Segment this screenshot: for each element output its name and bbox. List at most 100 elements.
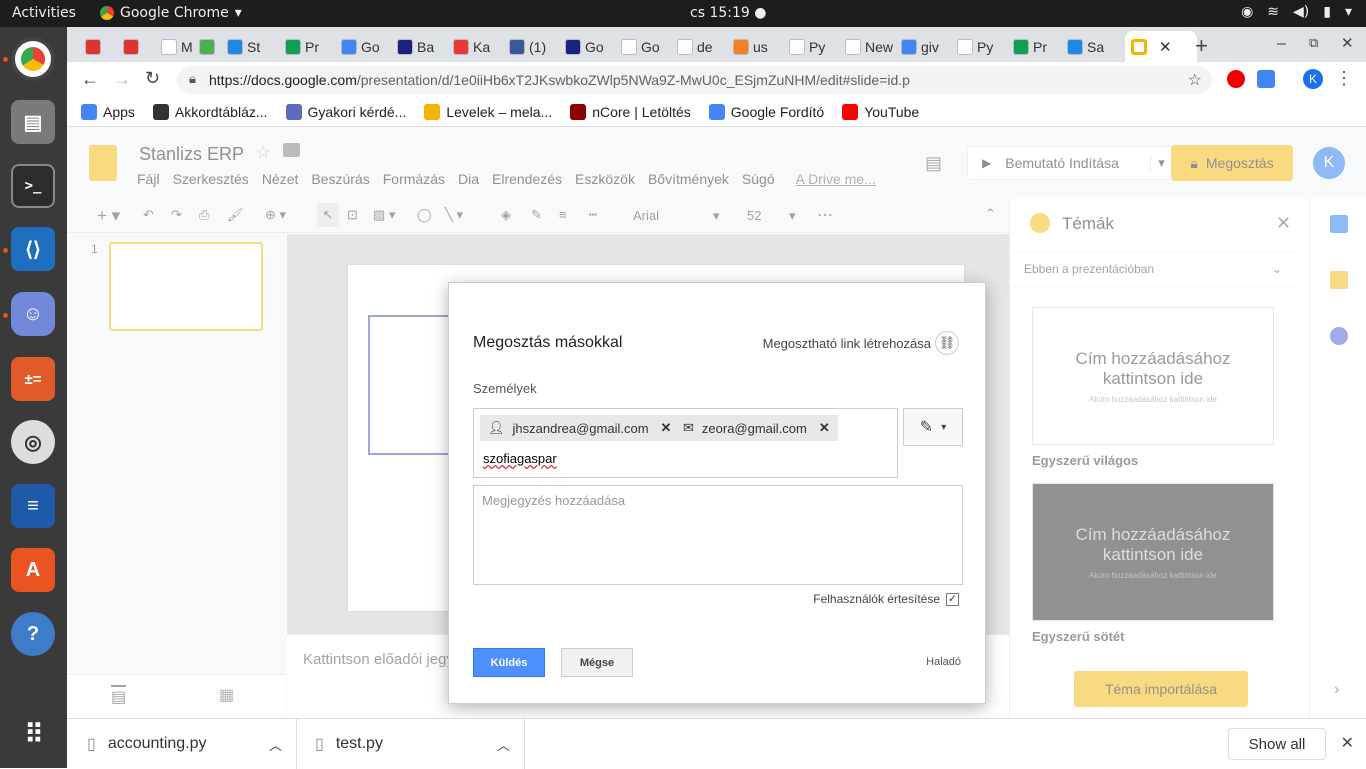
bookmark-icon	[424, 103, 441, 120]
person-icon: 👤︎	[488, 420, 505, 435]
software-launcher[interactable]: A	[11, 548, 55, 592]
activities-button[interactable]: Activities	[12, 5, 76, 21]
browser-tab[interactable]: Go	[341, 31, 393, 62]
browser-tab[interactable]: Go	[565, 31, 617, 62]
clock[interactable]: cs 15:19 ●	[690, 5, 766, 21]
people-input[interactable]: 👤︎ jhszandrea@gmail.com ✕ ✉ zeora@gmail.…	[473, 408, 898, 478]
favicon-icon	[285, 38, 301, 55]
writer-launcher[interactable]: ≡	[11, 484, 55, 528]
adblock-icon[interactable]	[1227, 70, 1245, 88]
bookmark-icon	[708, 103, 725, 120]
recipient-chip: ✉ zeora@gmail.com ✕	[675, 415, 838, 441]
discord-tray-icon: ◉	[1241, 4, 1254, 20]
rhythmbox-launcher[interactable]: ◎	[11, 420, 55, 464]
maximize-button[interactable]: ⧉	[1309, 35, 1318, 51]
file-cabinet-icon: ▤	[23, 111, 43, 134]
remove-chip-icon[interactable]: ✕	[661, 420, 672, 436]
translate-extension-icon[interactable]	[1257, 70, 1275, 88]
file-icon: ▯	[87, 736, 96, 753]
running-indicator	[3, 313, 8, 318]
vscode-launcher[interactable]: ⟨⟩	[11, 227, 55, 271]
more-vert-icon[interactable]: ⋮	[1335, 68, 1353, 89]
browser-tab[interactable]: us	[733, 31, 785, 62]
download-item[interactable]: ▯ test.py ︿	[315, 719, 525, 769]
close-window-button[interactable]: ✕	[1341, 34, 1354, 52]
chevron-up-icon[interactable]: ︿	[497, 735, 510, 754]
browser-tab[interactable]: Ba	[397, 31, 449, 62]
vscode-icon: ⟨⟩	[25, 238, 41, 261]
help-launcher[interactable]: ?	[11, 612, 55, 656]
typed-recipient[interactable]: szofiagaspar	[483, 451, 557, 466]
document-icon: ≡	[27, 494, 39, 517]
notify-checkbox[interactable]: ✓	[946, 592, 959, 606]
advanced-link[interactable]: Haladó	[926, 656, 961, 668]
favicon-icon	[453, 38, 469, 55]
chevron-up-icon[interactable]: ︿	[269, 735, 282, 754]
show-apps-button[interactable]: ⠿	[11, 712, 55, 756]
app-menu[interactable]: Google Chrome ▾	[100, 5, 242, 21]
discord-launcher[interactable]: ☺	[11, 292, 55, 336]
new-tab-button[interactable]: +	[1195, 33, 1208, 59]
browser-tab[interactable]: St	[227, 31, 279, 62]
browser-tab[interactable]: giv	[901, 31, 953, 62]
link-icon[interactable]: ⛓	[935, 331, 959, 355]
tab-active-slides[interactable]: ✕	[1125, 31, 1197, 62]
close-icon[interactable]: ✕	[1159, 38, 1172, 56]
bookmark-item[interactable]: Levelek – mela...	[424, 103, 552, 120]
chrome-launcher[interactable]	[11, 37, 55, 81]
grid-icon: ⠿	[24, 718, 43, 749]
favicon-icon	[565, 38, 581, 55]
browser-tab[interactable]: New T	[845, 31, 897, 62]
bookmark-item[interactable]: Google Fordító	[708, 103, 824, 120]
system-tray[interactable]: ◉ ≋ ◀) ▮ ▾	[1241, 4, 1352, 20]
bookmark-item[interactable]: Apps	[81, 103, 135, 120]
bookmark-item[interactable]: YouTube	[842, 103, 919, 120]
running-indicator	[3, 57, 8, 62]
browser-tab[interactable]: (1)	[509, 31, 561, 62]
share-dialog: Megosztás másokkal Megosztható link létr…	[448, 282, 986, 704]
favicon-icon	[957, 38, 973, 55]
minimize-button[interactable]: –	[1277, 35, 1286, 53]
bookmark-item[interactable]: Gyakori kérdé...	[285, 103, 406, 120]
download-item[interactable]: ▯ accounting.py ︿	[87, 719, 297, 769]
browser-tab[interactable]: Sa	[1067, 31, 1119, 62]
browser-tab[interactable]: Ka	[453, 31, 505, 62]
profile-avatar[interactable]: K	[1303, 69, 1323, 89]
favicon-icon	[85, 38, 101, 55]
address-bar[interactable]: 🔒︎ https://docs.google.com/presentation/…	[177, 66, 1212, 94]
people-label: Személyek	[473, 381, 537, 396]
favicon-icon	[901, 38, 917, 55]
shareable-link-label[interactable]: Megosztható link létrehozása	[763, 336, 931, 351]
browser-tab[interactable]: Py	[957, 31, 1009, 62]
browser-tab[interactable]: Go	[621, 31, 673, 62]
favicon-icon	[677, 38, 693, 55]
bookmark-item[interactable]: Akkordtábláz...	[152, 103, 268, 120]
browser-toolbar: ← → ↻ 🔒︎ https://docs.google.com/present…	[67, 62, 1366, 97]
cancel-button[interactable]: Mégse	[561, 648, 633, 677]
remove-chip-icon[interactable]: ✕	[819, 420, 830, 436]
permission-dropdown[interactable]: ✎ ▾	[903, 408, 963, 446]
send-button[interactable]: Küldés	[473, 648, 545, 677]
question-icon: ?	[26, 622, 40, 645]
reload-button[interactable]: ↻	[145, 68, 160, 89]
favicon-icon	[789, 38, 805, 55]
calculator-launcher[interactable]: ±=	[11, 357, 55, 401]
browser-tab[interactable]: de	[677, 31, 729, 62]
back-button[interactable]: ←	[81, 69, 99, 90]
files-launcher[interactable]: ▤	[11, 100, 55, 144]
forward-button[interactable]: →	[113, 69, 131, 90]
browser-tab[interactable]: Pr	[285, 31, 337, 62]
terminal-launcher[interactable]: >_	[11, 164, 55, 208]
star-icon[interactable]: ☆	[1188, 70, 1202, 90]
running-indicator	[3, 248, 8, 253]
show-all-button[interactable]: Show all	[1228, 728, 1326, 760]
browser-tab[interactable]: Pr	[1013, 31, 1065, 62]
browser-tab[interactable]: Py	[789, 31, 841, 62]
note-field[interactable]: Megjegyzés hozzáadása	[473, 485, 963, 585]
bookmark-icon	[285, 103, 302, 120]
close-icon[interactable]: ✕	[1341, 733, 1354, 753]
favicon-icon	[733, 38, 749, 55]
notify-users-option: Felhasználók értesítése ✓	[813, 592, 959, 606]
chrome-icon	[15, 41, 51, 77]
bookmark-item[interactable]: nCore | Letöltés	[570, 103, 691, 120]
